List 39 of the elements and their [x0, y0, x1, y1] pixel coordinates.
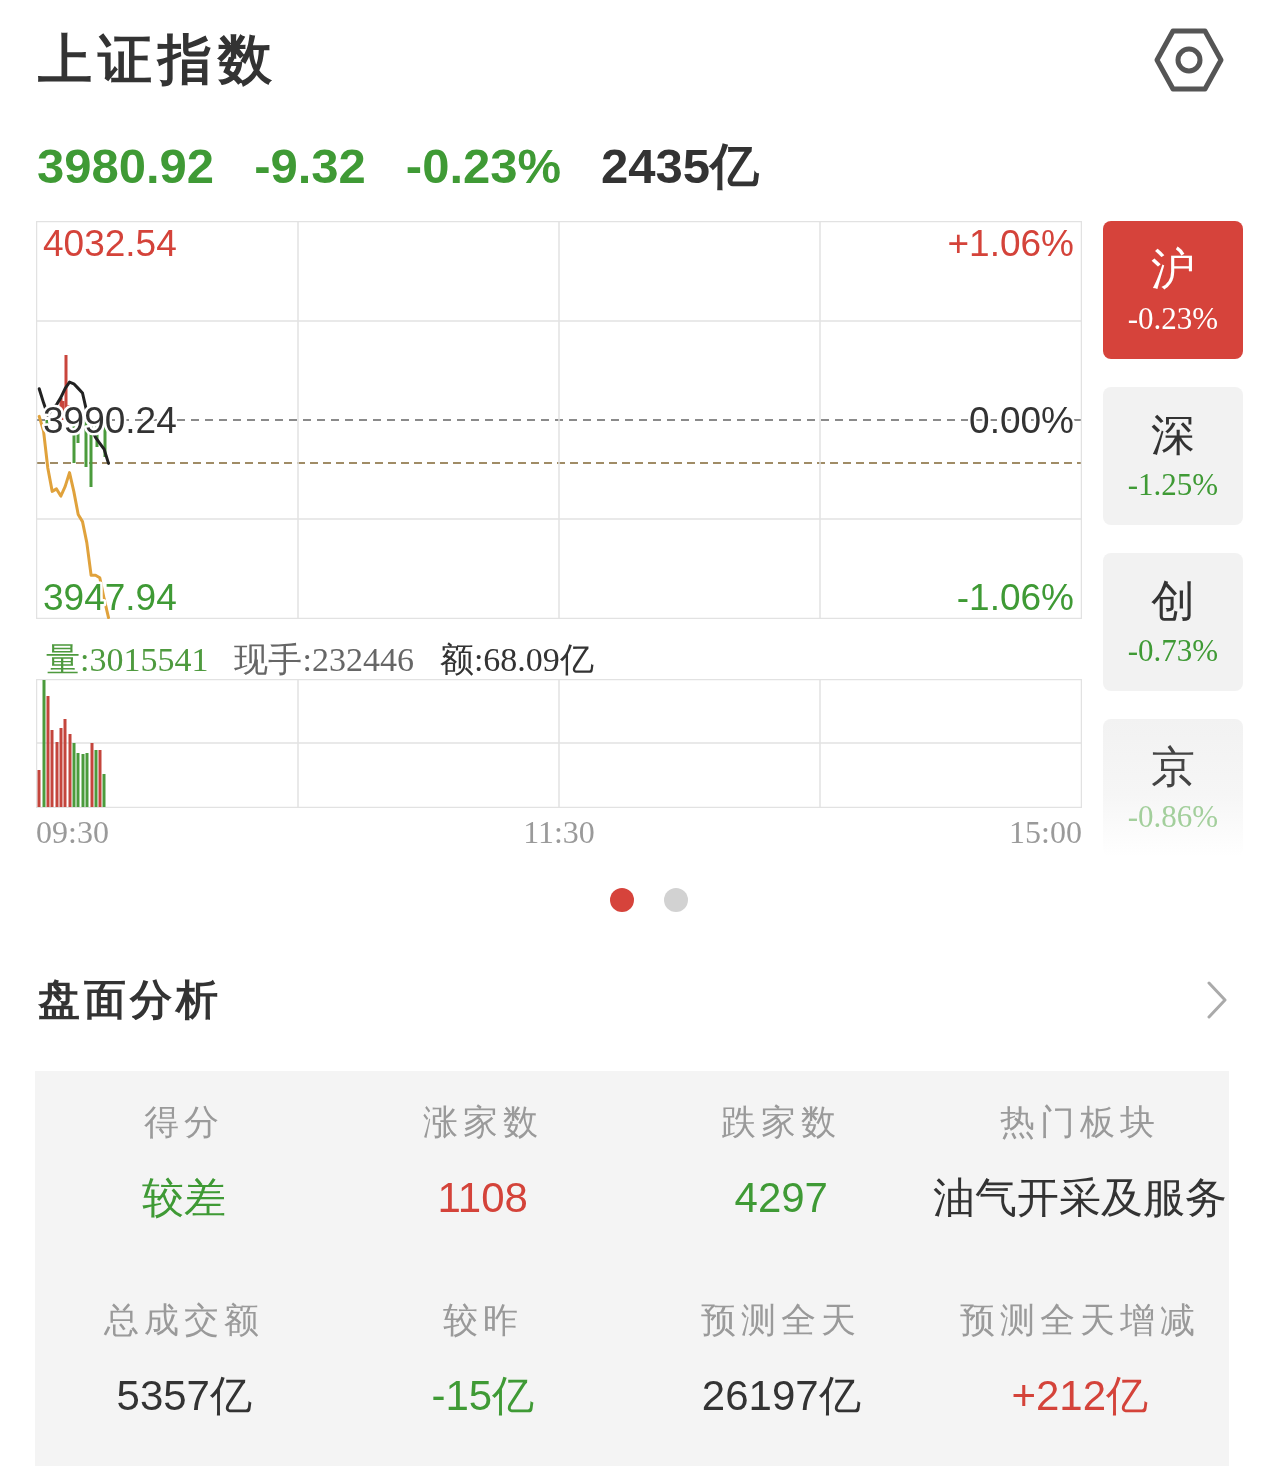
stat-value: 5357亿: [116, 1371, 252, 1421]
page-dot[interactable]: [610, 888, 634, 912]
percent-axis-label: 0.00%: [969, 400, 1074, 442]
market-tab[interactable]: 沪 -0.23%: [1103, 221, 1243, 359]
time-axis-label: 09:30: [36, 814, 109, 850]
change-percent: -0.23%: [405, 138, 562, 195]
stat-value: -15亿: [431, 1371, 535, 1421]
price-axis-label: 4032.54: [43, 222, 177, 264]
turnover-value: 2435亿: [601, 138, 760, 195]
stat-label: 较昨: [442, 1299, 523, 1342]
volume-stat: 量:3015541: [46, 640, 209, 679]
change-value: -9.32: [254, 138, 366, 195]
percent-axis-label: +1.06%: [947, 222, 1074, 264]
stat-label: 得分: [144, 1101, 225, 1144]
time-axis-label: 11:30: [523, 814, 595, 850]
market-tab[interactable]: 创 -0.73%: [1103, 553, 1243, 691]
stat-value: 1108: [437, 1173, 528, 1223]
stat-label: 涨家数: [422, 1101, 543, 1144]
index-value: 3980.92: [37, 138, 215, 195]
percent-axis-label: -1.06%: [956, 577, 1074, 619]
market-tab[interactable]: 深 -1.25%: [1103, 387, 1243, 525]
settings-icon[interactable]: [1153, 27, 1225, 93]
volume-stat: 额:68.09亿: [439, 640, 594, 679]
stat-label: 跌家数: [721, 1101, 842, 1144]
time-axis-label: 15:00: [1009, 814, 1082, 850]
chevron-right-icon[interactable]: [1206, 980, 1228, 1020]
stat-value: +212亿: [1011, 1371, 1149, 1421]
stat-value: 较差: [142, 1173, 227, 1223]
stat-label: 预测全天: [701, 1299, 862, 1342]
stat-value: 26197亿: [701, 1371, 861, 1421]
stat-label: 预测全天增减: [959, 1299, 1200, 1342]
stat-value: 油气开采及服务: [932, 1173, 1227, 1223]
page-dot[interactable]: [664, 888, 688, 912]
page-title: 上证指数: [38, 28, 278, 92]
stat-value: 4297: [734, 1173, 828, 1223]
stat-label: 热门板块: [999, 1101, 1160, 1144]
volume-stat: 现手:232446: [234, 640, 414, 679]
section-title: 盘面分析: [38, 974, 222, 1026]
stat-label: 总成交额: [104, 1299, 265, 1342]
